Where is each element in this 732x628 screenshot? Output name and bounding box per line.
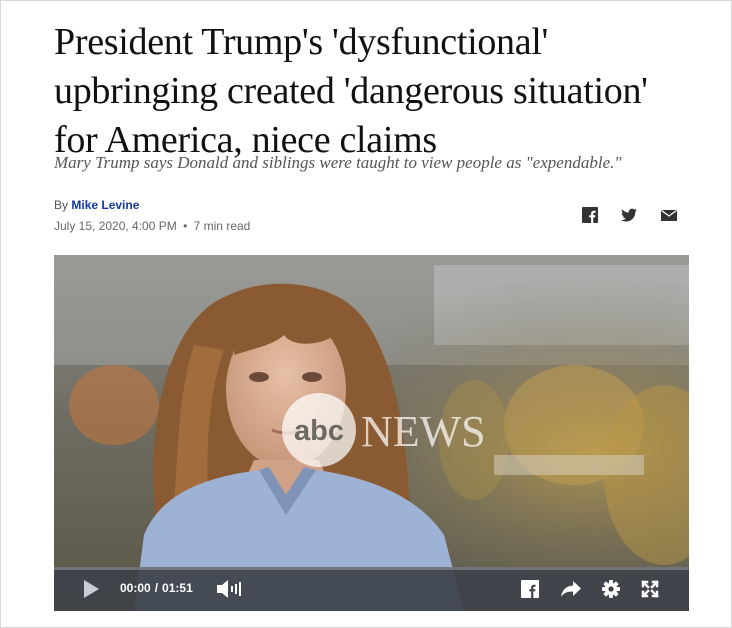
- facebook-icon: [521, 580, 539, 598]
- byline: By Mike Levine: [54, 198, 139, 212]
- publish-date: July 15, 2020, 4:00 PM: [54, 219, 177, 233]
- settings-button[interactable]: [602, 580, 620, 598]
- video-control-bar: 00:00/01:51: [54, 567, 689, 611]
- current-time: 00:00: [120, 581, 151, 595]
- video-progress-bar[interactable]: [54, 567, 689, 570]
- video-share-button[interactable]: [560, 580, 582, 598]
- time-separator: /: [154, 581, 159, 595]
- svg-text:abc: abc: [294, 415, 344, 447]
- author-link[interactable]: Mike Levine: [71, 198, 139, 212]
- abc-news-watermark: abc NEWS: [282, 393, 486, 467]
- gear-icon: [602, 580, 620, 598]
- headline-line-2: upbringing created 'dangerous situation': [54, 70, 648, 112]
- article-headline: President Trump's 'dysfunctional' upbrin…: [54, 18, 714, 165]
- video-duration: 01:51: [162, 581, 193, 595]
- share-arrow-icon: [561, 581, 581, 597]
- video-time-display: 00:00/01:51: [120, 581, 193, 595]
- play-button[interactable]: [82, 579, 100, 599]
- svg-text:NEWS: NEWS: [361, 407, 486, 456]
- video-facebook-share-button[interactable]: [521, 580, 539, 598]
- video-player[interactable]: abc NEWS 00:00/01:51: [54, 255, 689, 611]
- article-subheadline: Mary Trump says Donald and siblings were…: [54, 153, 622, 172]
- facebook-icon: [582, 207, 598, 223]
- byline-prefix: By: [54, 198, 69, 212]
- dateline-separator: •: [183, 219, 188, 233]
- share-email-button[interactable]: [660, 206, 678, 224]
- fullscreen-button[interactable]: [641, 580, 659, 598]
- fullscreen-icon: [641, 580, 659, 598]
- headline-line-1: President Trump's 'dysfunctional': [54, 21, 549, 63]
- dateline: July 15, 2020, 4:00 PM • 7 min read: [54, 219, 250, 233]
- volume-icon: [217, 580, 241, 598]
- twitter-icon: [621, 208, 637, 222]
- read-time: 7 min read: [193, 219, 251, 233]
- email-icon: [661, 209, 677, 221]
- share-twitter-button[interactable]: [620, 206, 638, 224]
- play-icon: [84, 580, 99, 598]
- share-facebook-button[interactable]: [581, 206, 599, 224]
- volume-button[interactable]: [216, 579, 246, 599]
